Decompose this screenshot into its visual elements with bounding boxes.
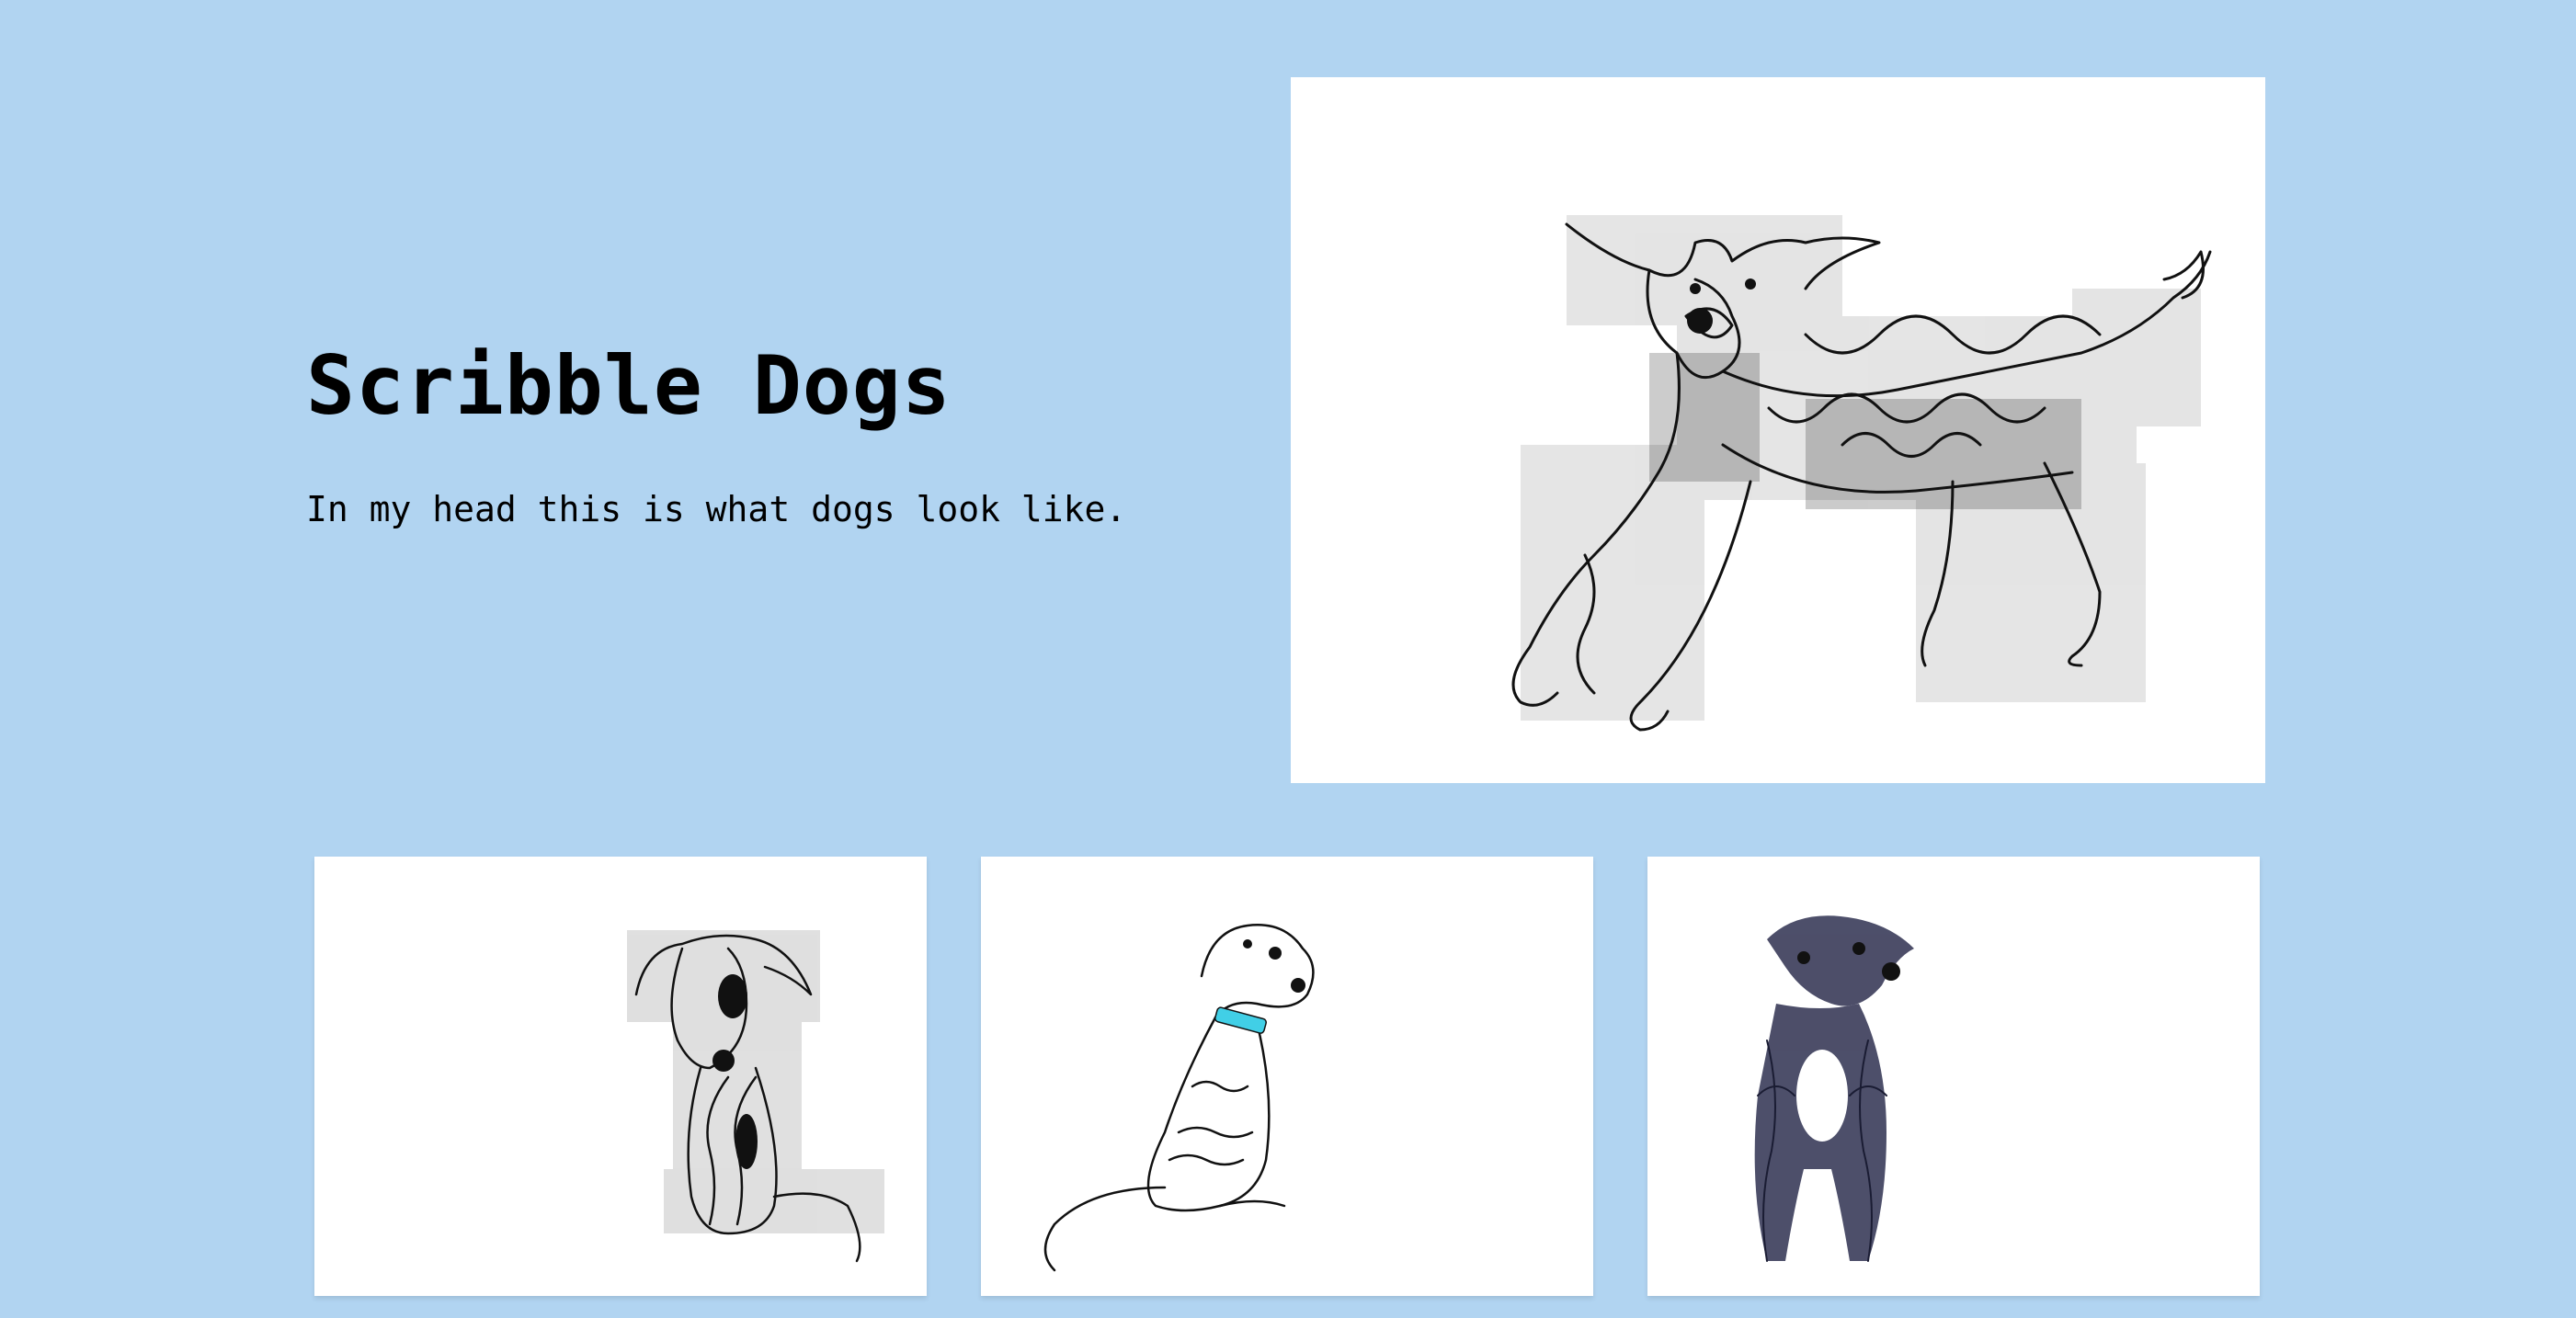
featured-image[interactable] — [1291, 77, 2265, 783]
white-chest — [1796, 1050, 1848, 1142]
collar — [1214, 1006, 1267, 1034]
gallery-thumbnail-1[interactable] — [314, 857, 927, 1296]
hero-text: Scribble Dogs In my head this is what do… — [306, 340, 1225, 531]
page-title: Scribble Dogs — [306, 338, 952, 433]
page: Scribble Dogs In my head this is what do… — [0, 0, 2576, 1318]
running-dog-icon — [1511, 215, 2212, 732]
sitting-dog-collar-icon — [1043, 924, 1315, 1272]
sitting-dog-patched-icon — [627, 930, 884, 1263]
gallery-thumbnail-3[interactable] — [1647, 857, 2260, 1296]
page-subtitle: In my head this is what dogs look like. — [306, 489, 1127, 529]
standing-dog-icon — [1754, 915, 1914, 1262]
gallery-thumbnail-2[interactable] — [981, 857, 1593, 1296]
